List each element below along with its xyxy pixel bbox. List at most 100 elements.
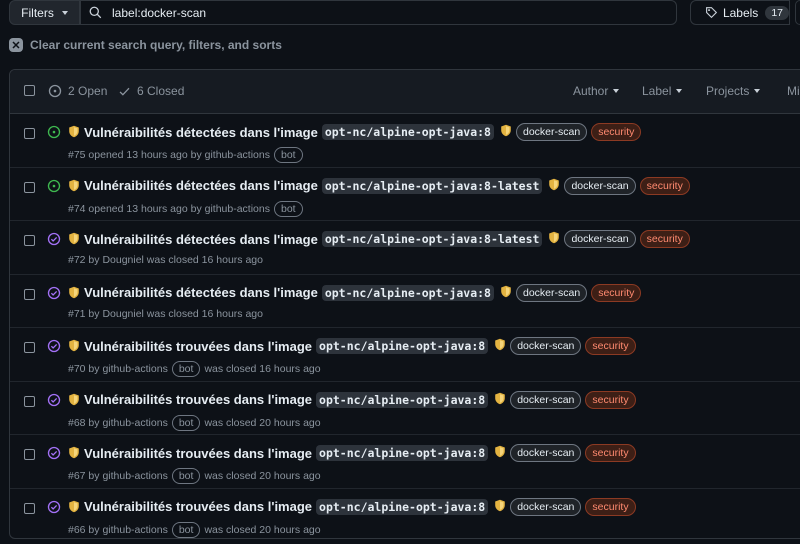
issue-checkbox[interactable] [24,395,35,407]
label-security[interactable]: security [639,176,690,195]
issue-meta-closed: was closed 20 hours ago [204,416,321,429]
issue-opened-icon [47,125,61,139]
issue-closed-icon [47,393,61,406]
issue-meta-text: #72 by Dougniel was closed 16 hours ago [68,254,263,266]
issue-row[interactable]: Vulnéraibilités détectées dans l'image o… [10,275,800,328]
projects-filter-label: Projects [706,84,750,98]
issue-meta-text: #74 opened 13 hours ago by github-action… [68,202,270,215]
issue-meta-text: #66 by github-actions [68,523,168,536]
bot-badge: bot [171,468,201,484]
issue-checkbox[interactable] [24,181,35,193]
author-filter[interactable]: Author [573,84,620,98]
filters-button[interactable]: Filters [9,0,80,25]
issue-meta: #71 by Dougniel was closed 16 hours ago [68,308,263,320]
check-icon [119,87,130,96]
issues-list: 2 Open 6 Closed Author Label Projects Mi… [9,69,800,539]
issue-checkbox[interactable] [24,128,35,139]
issue-checkbox[interactable] [24,342,35,353]
tag-icon [706,7,718,19]
x-icon: ✕ [9,38,23,52]
label-docker-scan[interactable]: docker-scan [515,283,588,302]
label-docker-scan[interactable]: docker-scan [564,230,636,248]
label-security[interactable]: security [585,497,636,516]
label-security[interactable]: security [585,444,636,462]
issue-title-link[interactable]: Vulnéraibilités trouvées dans l'image [84,339,312,354]
issue-title-link[interactable]: Vulnéraibilités détectées dans l'image [84,232,318,247]
issue-meta: #66 by github-actions bot was closed 20 … [68,521,321,538]
issue-title-line: Vulnéraibilités détectées dans l'image o… [84,123,642,141]
issue-meta: #70 by github-actions bot was closed 16 … [68,361,321,377]
bot-badge: bot [171,414,201,431]
label-security[interactable]: security [591,123,642,141]
issue-title-link[interactable]: Vulnéraibilités détectées dans l'image [84,285,318,300]
issue-title-code: opt-nc/alpine-opt-java:8-latest [321,177,543,194]
label-security[interactable]: security [585,390,636,409]
issue-opened-icon [47,125,61,142]
issue-title-link[interactable]: Vulnéraibilités trouvées dans l'image [84,499,312,514]
label-docker-scan[interactable]: docker-scan [510,497,582,516]
issue-title-link[interactable]: Vulnéraibilités trouvées dans l'image [84,446,312,461]
issue-checkbox[interactable] [24,449,35,460]
closed-issues-filter[interactable]: 6 Closed [118,84,184,98]
issue-checkbox[interactable] [24,235,35,246]
label-docker-scan[interactable]: docker-scan [515,123,588,141]
chevron-down-icon [613,89,620,93]
issue-title-link[interactable]: Vulnéraibilités trouvées dans l'image [84,392,312,407]
labels-button[interactable]: Labels 17 [690,0,790,25]
shield-icon [68,286,80,302]
issue-closed-icon [47,339,61,353]
milestones-filter[interactable]: Mi [787,84,800,98]
label-security[interactable]: security [639,230,690,248]
issue-title-line: Vulnéraibilités détectées dans l'image o… [84,283,642,302]
issue-title-code: opt-nc/alpine-opt-java:8 [316,338,489,354]
issue-title-link[interactable]: Vulnéraibilités détectées dans l'image [84,125,318,140]
issue-checkbox[interactable] [24,502,35,514]
label-filter[interactable]: Label [642,84,683,98]
issue-opened-icon [47,179,61,192]
bot-badge: bot [171,361,201,377]
issue-title-code: opt-nc/alpine-opt-java:8-latest [321,231,543,247]
issues-list-header: 2 Open 6 Closed Author Label Projects Mi [10,70,800,114]
issue-opened-icon [48,84,62,98]
chevron-down-icon [61,10,68,15]
milestones-button[interactable] [795,0,800,25]
issue-meta-text: #70 by github-actions [68,363,168,375]
issue-closed-icon [47,232,61,246]
open-issues-filter[interactable]: 2 Open [48,84,107,98]
issue-row[interactable]: Vulnéraibilités trouvées dans l'image op… [10,435,800,489]
issue-meta-closed: was closed 20 hours ago [204,523,321,536]
issue-row[interactable]: Vulnéraibilités trouvées dans l'image op… [10,328,800,382]
label-security[interactable]: security [585,337,636,355]
issue-meta: #67 by github-actions bot was closed 20 … [68,468,321,484]
open-count: 2 Open [68,84,108,98]
label-filter-label: Label [642,84,672,98]
search-input[interactable] [110,4,634,21]
label-docker-scan[interactable]: docker-scan [510,444,582,462]
issue-row[interactable]: Vulnéraibilités détectées dans l'image o… [10,114,800,168]
clear-filters-link[interactable]: ✕ Clear current search query, filters, a… [9,38,282,52]
shield-icon [68,393,80,409]
issue-meta-text: #67 by github-actions [68,470,168,482]
issue-row[interactable]: Vulnéraibilités détectées dans l'image o… [10,168,800,221]
issue-row[interactable]: Vulnéraibilités trouvées dans l'image op… [10,489,800,539]
chevron-down-icon [676,89,683,93]
label-docker-scan[interactable]: docker-scan [564,176,636,195]
issue-title-line: Vulnéraibilités trouvées dans l'image op… [84,337,636,355]
label-docker-scan[interactable]: docker-scan [510,337,582,355]
issue-title-link[interactable]: Vulnéraibilités détectées dans l'image [84,178,318,193]
label-security[interactable]: security [591,283,642,302]
issue-row[interactable]: Vulnéraibilités détectées dans l'image o… [10,221,800,275]
bot-badge: bot [274,200,303,217]
select-all-checkbox[interactable] [24,85,35,96]
issue-row[interactable]: Vulnéraibilités trouvées dans l'image op… [10,382,800,435]
label-docker-scan[interactable]: docker-scan [510,390,582,409]
projects-filter[interactable]: Projects [706,84,761,98]
shield-icon [68,500,80,516]
issue-meta-closed: was closed 20 hours ago [204,470,321,482]
shield-icon [68,446,80,462]
shield-icon [494,338,506,354]
issue-closed-icon [47,339,61,356]
issue-checkbox[interactable] [24,288,35,300]
search-box[interactable] [80,0,677,25]
issue-title-code: opt-nc/alpine-opt-java:8 [316,498,489,515]
